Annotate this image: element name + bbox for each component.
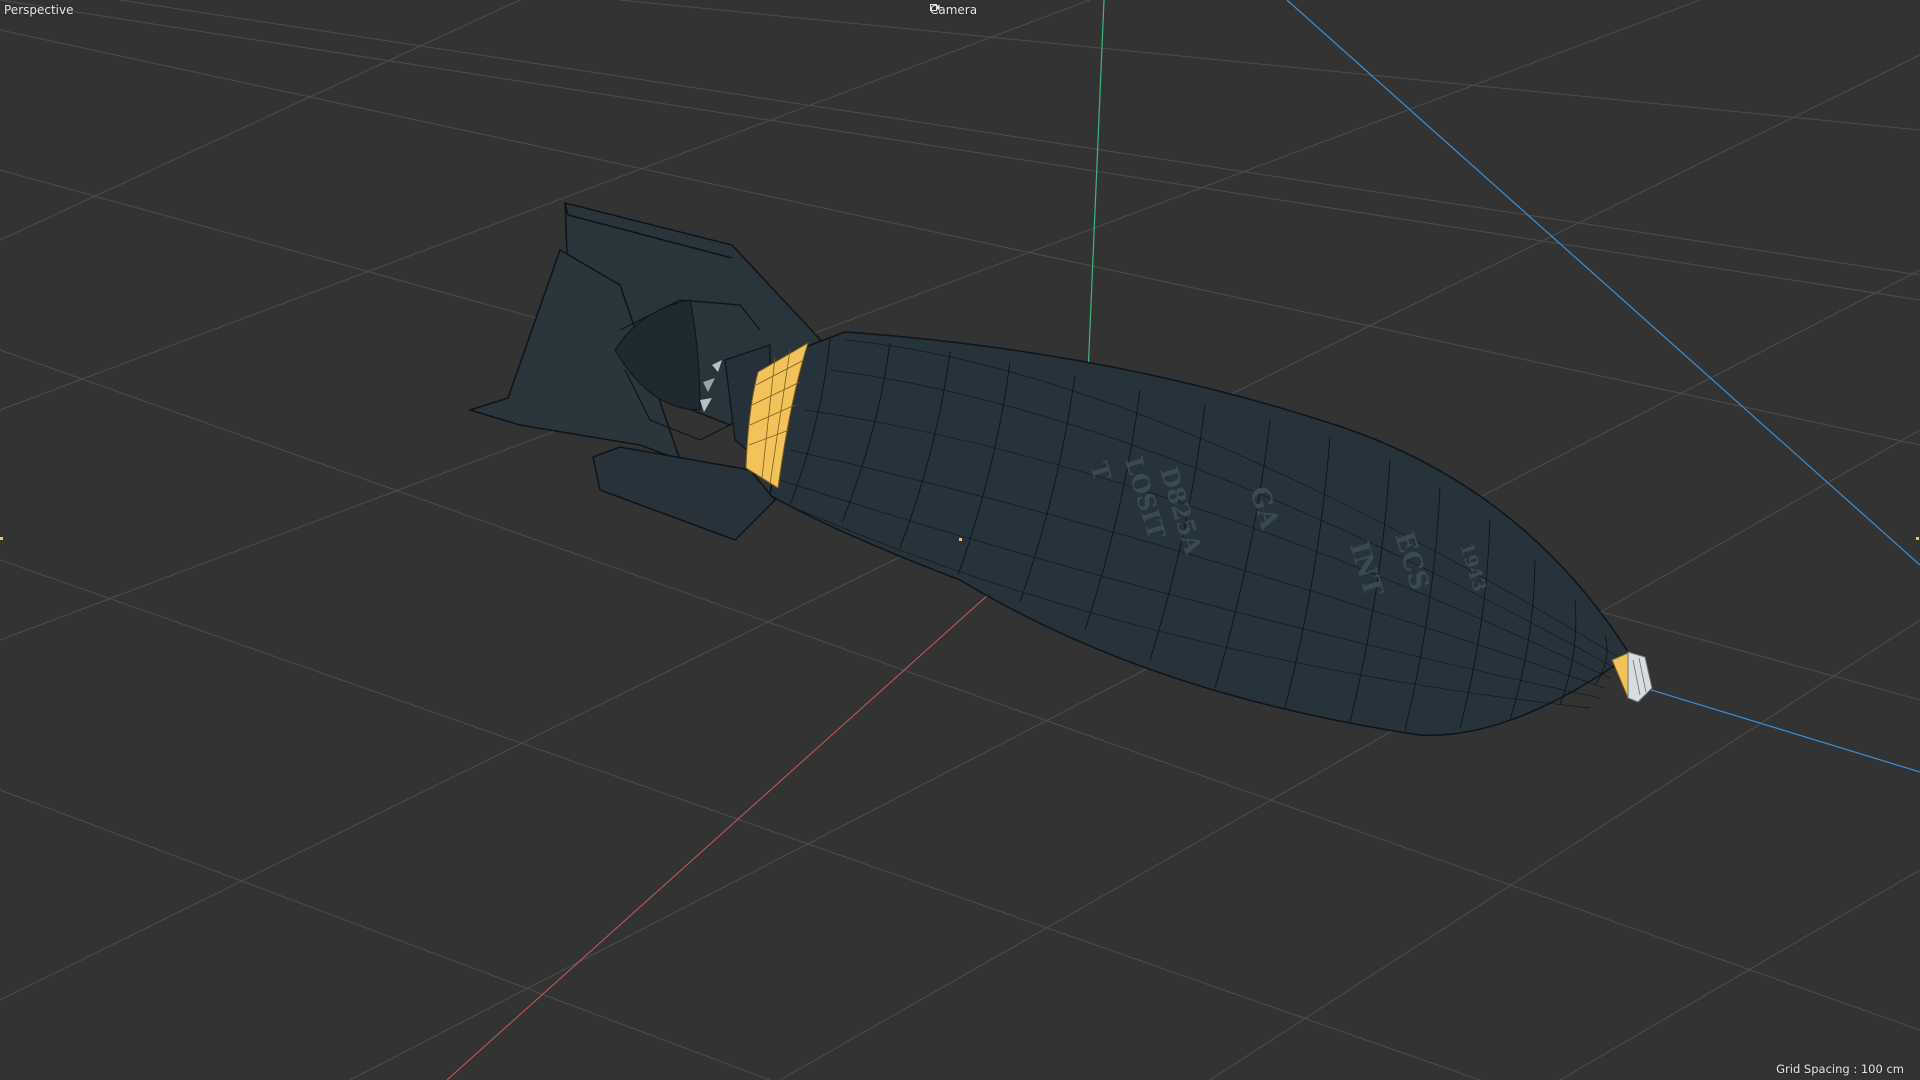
camera-icon [930, 4, 993, 15]
bomb-model[interactable]: INT ECS GA D825A LOSIT T 1943 [467, 202, 1653, 737]
view-name-label[interactable]: Perspective [4, 3, 74, 17]
camera-selector[interactable]: Camera [930, 3, 993, 17]
grid-line [1559, 869, 1920, 1080]
perspective-viewport[interactable]: INT ECS GA D825A LOSIT T 1943 Perspectiv… [0, 0, 1920, 1080]
nose-fuse[interactable] [1611, 651, 1653, 703]
x-axis-line [446, 567, 1019, 1080]
grid-line [0, 789, 771, 1080]
grid-line [619, 0, 1920, 131]
grid-spacing-readout: Grid Spacing : 100 cm [1776, 1062, 1904, 1076]
z-axis-line-front [1644, 687, 1920, 773]
scene-canvas[interactable]: INT ECS GA D825A LOSIT T 1943 [0, 0, 1920, 1080]
grid-line [0, 0, 1920, 301]
grid-line [119, 0, 1920, 276]
grid-line [0, 0, 521, 241]
y-axis-line [1086, 0, 1105, 399]
